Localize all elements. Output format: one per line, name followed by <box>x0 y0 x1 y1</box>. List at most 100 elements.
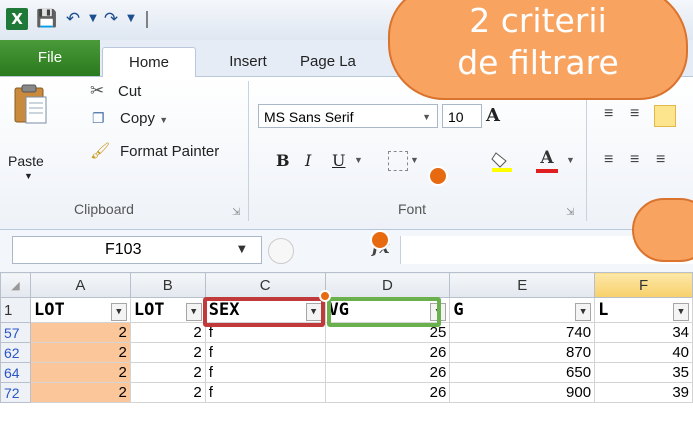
chevron-down-icon[interactable]: ▼ <box>159 115 168 125</box>
column-header-a[interactable]: A <box>29 272 131 298</box>
align-bottom-icon[interactable]: ≡ <box>656 151 665 169</box>
cell[interactable]: 2 <box>29 322 131 343</box>
header-cell-lot-a[interactable]: LOT ▼ <box>29 297 131 323</box>
cell[interactable]: f <box>204 342 326 363</box>
cell[interactable]: 39 <box>594 382 693 403</box>
tab-file[interactable]: File <box>0 40 100 76</box>
align-right-icon[interactable] <box>654 105 676 127</box>
callout-line-2: de filtrare <box>457 43 619 82</box>
cut-button[interactable]: Cut <box>118 83 141 100</box>
font-name-dropdown[interactable]: MS Sans Serif ▼ <box>258 104 438 128</box>
format-painter-icon: 🖌 <box>90 143 111 160</box>
column-header-b[interactable]: B <box>129 272 206 298</box>
fill-color-icon[interactable] <box>490 149 516 173</box>
table-row: 64 2 2 f 26 650 35 <box>0 362 693 383</box>
cell[interactable]: 650 <box>449 362 596 383</box>
font-size-dropdown[interactable]: 10 <box>442 104 482 128</box>
header-cell-g[interactable]: G ▼ <box>449 297 596 323</box>
cell[interactable]: 26 <box>324 382 451 403</box>
table-row: 72 2 2 f 26 900 39 <box>0 382 693 403</box>
cell[interactable]: 2 <box>129 322 206 343</box>
row-number[interactable]: 1 <box>0 297 31 323</box>
underline-button[interactable]: U <box>332 151 345 170</box>
clipboard-group-label: Clipboard <box>74 201 134 217</box>
cell[interactable]: 2 <box>129 342 206 363</box>
column-header-c[interactable]: C <box>204 272 326 298</box>
column-header-f[interactable]: F <box>594 272 693 298</box>
clipboard-launcher-icon[interactable]: ⇲ <box>232 207 240 218</box>
row-number[interactable]: 72 <box>0 382 31 403</box>
cell[interactable]: f <box>204 362 326 383</box>
callout-pointer-dot <box>319 290 331 302</box>
cell[interactable]: f <box>204 382 326 403</box>
select-all-corner[interactable]: ◢ <box>0 272 31 298</box>
format-painter-button[interactable]: Format Painter <box>120 143 219 160</box>
tab-insert[interactable]: Insert <box>218 47 278 76</box>
group-divider <box>248 81 249 221</box>
cell[interactable]: 740 <box>449 322 596 343</box>
chevron-down-icon[interactable]: ▼ <box>566 155 575 165</box>
copy-button[interactable]: Copy ▼ <box>120 110 168 127</box>
cell[interactable]: 40 <box>594 342 693 363</box>
chevron-down-icon[interactable]: ▼ <box>410 155 419 165</box>
cell[interactable]: 2 <box>29 382 131 403</box>
column-header-d[interactable]: D <box>324 272 451 298</box>
align-left-icon[interactable]: ≡ <box>604 105 613 123</box>
customize-qat-icon[interactable]: | <box>136 8 158 30</box>
undo-icon[interactable]: ↶ <box>62 8 84 30</box>
tab-home[interactable]: Home <box>102 47 196 77</box>
header-cell-lot-b[interactable]: LOT ▼ <box>129 297 206 323</box>
cell[interactable]: 2 <box>29 362 131 383</box>
bold-button[interactable]: B <box>276 151 290 170</box>
filter-dropdown-icon[interactable]: ▼ <box>110 302 127 321</box>
paste-icon[interactable] <box>12 83 50 127</box>
excel-logo-icon[interactable]: X <box>6 8 28 30</box>
row-number[interactable]: 64 <box>0 362 31 383</box>
cell[interactable]: 34 <box>594 322 693 343</box>
font-color-glyph: A <box>540 148 554 168</box>
align-center-icon[interactable]: ≡ <box>630 105 639 123</box>
copy-label: Copy <box>120 110 156 127</box>
cell[interactable]: 2 <box>129 362 206 383</box>
font-group-label: Font <box>398 201 427 217</box>
cell[interactable]: 2 <box>29 342 131 363</box>
borders-icon[interactable] <box>388 151 408 171</box>
filter-dropdown-icon[interactable]: ▼ <box>185 302 202 321</box>
cell[interactable]: 870 <box>449 342 596 363</box>
scissors-icon: ✂ <box>90 81 105 100</box>
name-box-dropdown-icon[interactable]: ▼ <box>238 244 246 255</box>
row-number[interactable]: 57 <box>0 322 31 343</box>
copy-icon: ❐ <box>92 110 105 126</box>
callout-cloud-small <box>632 198 693 262</box>
font-launcher-icon[interactable]: ⇲ <box>566 207 574 218</box>
row-number[interactable]: 62 <box>0 342 31 363</box>
column-header-e[interactable]: E <box>449 272 596 298</box>
grow-font-button[interactable]: A <box>486 105 500 126</box>
tab-page-layout[interactable]: Page La <box>300 47 380 76</box>
callout-cloud: 2 criterii de filtrare <box>388 0 688 100</box>
chevron-down-icon[interactable]: ▼ <box>422 105 431 129</box>
cell[interactable]: 900 <box>449 382 596 403</box>
chevron-down-icon[interactable]: ▼ <box>354 155 363 165</box>
align-middle-icon[interactable]: ≡ <box>630 151 639 169</box>
redo-icon[interactable]: ↷ <box>100 8 122 30</box>
cell[interactable]: 35 <box>594 362 693 383</box>
filter-dropdown-icon[interactable]: ▼ <box>673 302 689 321</box>
italic-button[interactable]: I <box>305 151 311 170</box>
callout-line-1: 2 criterii <box>469 1 607 40</box>
save-icon[interactable]: 💾 <box>36 8 58 30</box>
cell[interactable]: 26 <box>324 342 451 363</box>
header-cell-l[interactable]: L ▼ <box>594 297 693 323</box>
align-justify-icon[interactable]: ≡ <box>604 151 613 169</box>
cell[interactable]: 2 <box>129 382 206 403</box>
group-divider <box>586 81 587 221</box>
name-box[interactable]: F103 <box>12 236 262 264</box>
chevron-down-icon[interactable]: ▼ <box>24 171 33 181</box>
filter-dropdown-icon[interactable]: ▼ <box>575 302 592 321</box>
font-color-icon[interactable]: A <box>536 147 558 175</box>
paste-button[interactable]: Paste <box>8 153 44 169</box>
formula-bar-circle-icon <box>268 238 294 264</box>
cell[interactable]: 26 <box>324 362 451 383</box>
header-label: LOT <box>133 299 165 320</box>
callout-pointer-dot <box>370 230 390 250</box>
